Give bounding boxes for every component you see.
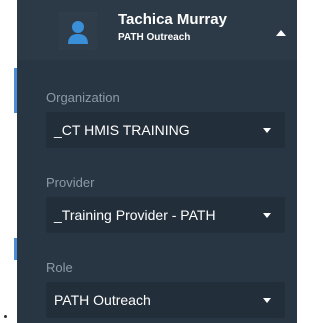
provider-label: Provider — [46, 175, 95, 190]
user-subtitle: PATH Outreach — [118, 32, 191, 43]
caret-up-icon[interactable] — [276, 30, 286, 36]
role-label: Role — [46, 260, 73, 275]
chevron-down-icon — [263, 298, 271, 303]
role-select[interactable]: PATH Outreach — [46, 282, 285, 318]
chevron-down-icon — [263, 128, 271, 133]
organization-select[interactable]: _CT HMIS TRAINING — [46, 112, 285, 148]
chevron-down-icon — [263, 213, 271, 218]
organization-label: Organization — [46, 90, 120, 105]
screen: Tachica Murray PATH Outreach Organizatio… — [0, 0, 297, 323]
provider-select-value: _Training Provider - PATH — [54, 207, 216, 223]
user-avatar-icon — [59, 12, 97, 50]
provider-select[interactable]: _Training Provider - PATH — [46, 197, 285, 233]
organization-select-value: _CT HMIS TRAINING — [54, 122, 190, 138]
user-name: Tachica Murray — [118, 11, 227, 28]
bullet-dot — [4, 315, 7, 318]
role-select-value: PATH Outreach — [54, 292, 151, 308]
